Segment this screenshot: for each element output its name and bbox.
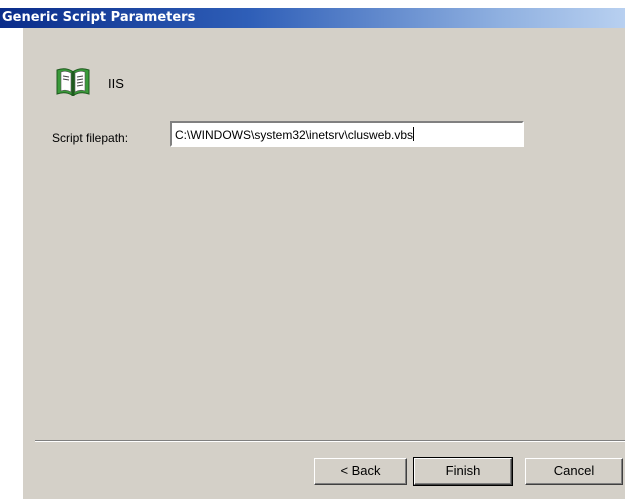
wizard-window: Generic Script Parameters IIS Script fil… [0,0,625,499]
script-filepath-label: Script filepath: [52,131,129,145]
book-icon [53,64,93,100]
script-filepath-input[interactable]: C:\WINDOWS\system32\inetsrv\clusweb.vbs [170,121,524,147]
window-title: Generic Script Parameters [2,10,196,25]
button-separator [35,440,625,442]
text-caret [413,127,415,141]
title-bar: Generic Script Parameters [0,8,625,28]
resource-name: IIS [108,76,124,91]
dialog-body [23,28,625,499]
back-button[interactable]: < Back [314,458,407,485]
finish-button[interactable]: Finish [413,457,513,486]
script-filepath-value: C:\WINDOWS\system32\inetsrv\clusweb.vbs [175,128,414,142]
cancel-button[interactable]: Cancel [525,458,623,485]
